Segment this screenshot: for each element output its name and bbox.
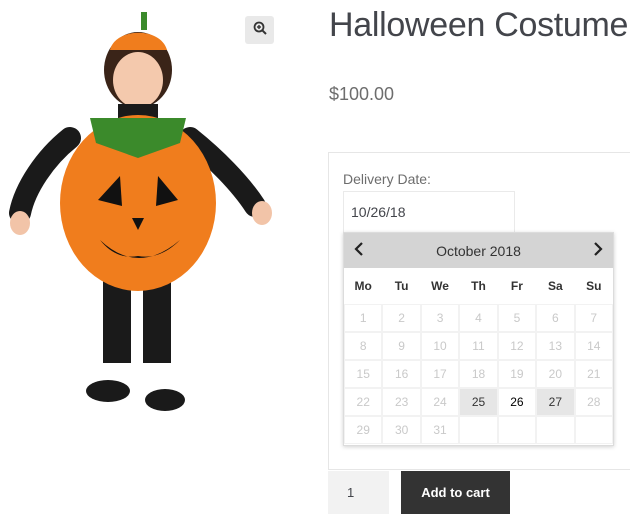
add-to-cart-button[interactable]: Add to cart bbox=[401, 471, 510, 514]
calendar-day: 12 bbox=[497, 332, 537, 360]
calendar-day: 29 bbox=[344, 416, 383, 444]
product-image bbox=[0, 8, 290, 418]
weekday-label: Fr bbox=[510, 279, 523, 293]
quantity-input[interactable] bbox=[328, 471, 389, 514]
product-title: Halloween Costume bbox=[329, 6, 629, 44]
calendar-day: 30 bbox=[382, 416, 421, 444]
calendar-day: 16 bbox=[382, 360, 421, 388]
calendar-day: 7 bbox=[574, 304, 613, 332]
calendar-day[interactable]: 25 bbox=[459, 388, 498, 416]
calendar-day: 5 bbox=[497, 304, 537, 332]
calendar-day: 18 bbox=[459, 360, 498, 388]
calendar-day: 1 bbox=[344, 304, 383, 332]
calendar-day: 13 bbox=[536, 332, 575, 360]
calendar-day[interactable]: 27 bbox=[536, 388, 575, 416]
calendar-weekdays: Mo Tu We Th Fr Sa Su bbox=[344, 268, 613, 304]
datepicker-calendar: October 2018 Mo Tu We Th Fr Sa Su 123456… bbox=[343, 232, 614, 446]
zoom-button[interactable] bbox=[245, 16, 274, 44]
calendar-day: 17 bbox=[420, 360, 460, 388]
calendar-day: 19 bbox=[497, 360, 537, 388]
calendar-day: 2 bbox=[382, 304, 421, 332]
calendar-month-label: October 2018 bbox=[436, 242, 521, 259]
calendar-empty-cell bbox=[574, 416, 613, 444]
weekday-label: Tu bbox=[394, 279, 409, 293]
calendar-day: 20 bbox=[536, 360, 575, 388]
calendar-day: 11 bbox=[459, 332, 498, 360]
calendar-empty-cell bbox=[536, 416, 575, 444]
calendar-day[interactable]: 26 bbox=[497, 388, 537, 416]
chevron-left-icon bbox=[353, 241, 365, 260]
weekday-label: Sa bbox=[547, 279, 563, 293]
weekday-label: Mo bbox=[354, 279, 372, 293]
calendar-days-grid: 1 2 3 4 5 6 7 8 9 10 11 12 13 14 15 16 17 18 19 20 21 22 23 24 2… bbox=[344, 304, 613, 444]
chevron-right-icon bbox=[592, 241, 604, 260]
calendar-day: 21 bbox=[574, 360, 613, 388]
calendar-day: 31 bbox=[420, 416, 460, 444]
calendar-day: 15 bbox=[344, 360, 383, 388]
calendar-day: 10 bbox=[420, 332, 460, 360]
delivery-date-input[interactable]: 10/26/18 bbox=[343, 191, 515, 233]
weekday-label: We bbox=[431, 279, 449, 293]
delivery-date-label: Delivery Date: bbox=[343, 171, 431, 187]
calendar-day: 28 bbox=[574, 388, 613, 416]
calendar-next-button[interactable] bbox=[587, 239, 609, 261]
weekday-label: Th bbox=[471, 279, 486, 293]
calendar-empty-cell bbox=[497, 416, 537, 444]
product-price: $100.00 bbox=[329, 84, 395, 104]
calendar-day: 23 bbox=[382, 388, 421, 416]
calendar-day: 22 bbox=[344, 388, 383, 416]
calendar-day: 6 bbox=[536, 304, 575, 332]
calendar-day: 3 bbox=[420, 304, 460, 332]
calendar-day: 8 bbox=[344, 332, 383, 360]
calendar-prev-button[interactable] bbox=[348, 239, 370, 261]
calendar-day: 24 bbox=[420, 388, 460, 416]
weekday-label: Su bbox=[586, 279, 602, 293]
calendar-empty-cell bbox=[459, 416, 498, 444]
calendar-header: October 2018 bbox=[344, 233, 613, 268]
calendar-day: 9 bbox=[382, 332, 421, 360]
zoom-in-icon bbox=[253, 21, 267, 40]
calendar-day: 14 bbox=[574, 332, 613, 360]
calendar-day: 4 bbox=[459, 304, 498, 332]
